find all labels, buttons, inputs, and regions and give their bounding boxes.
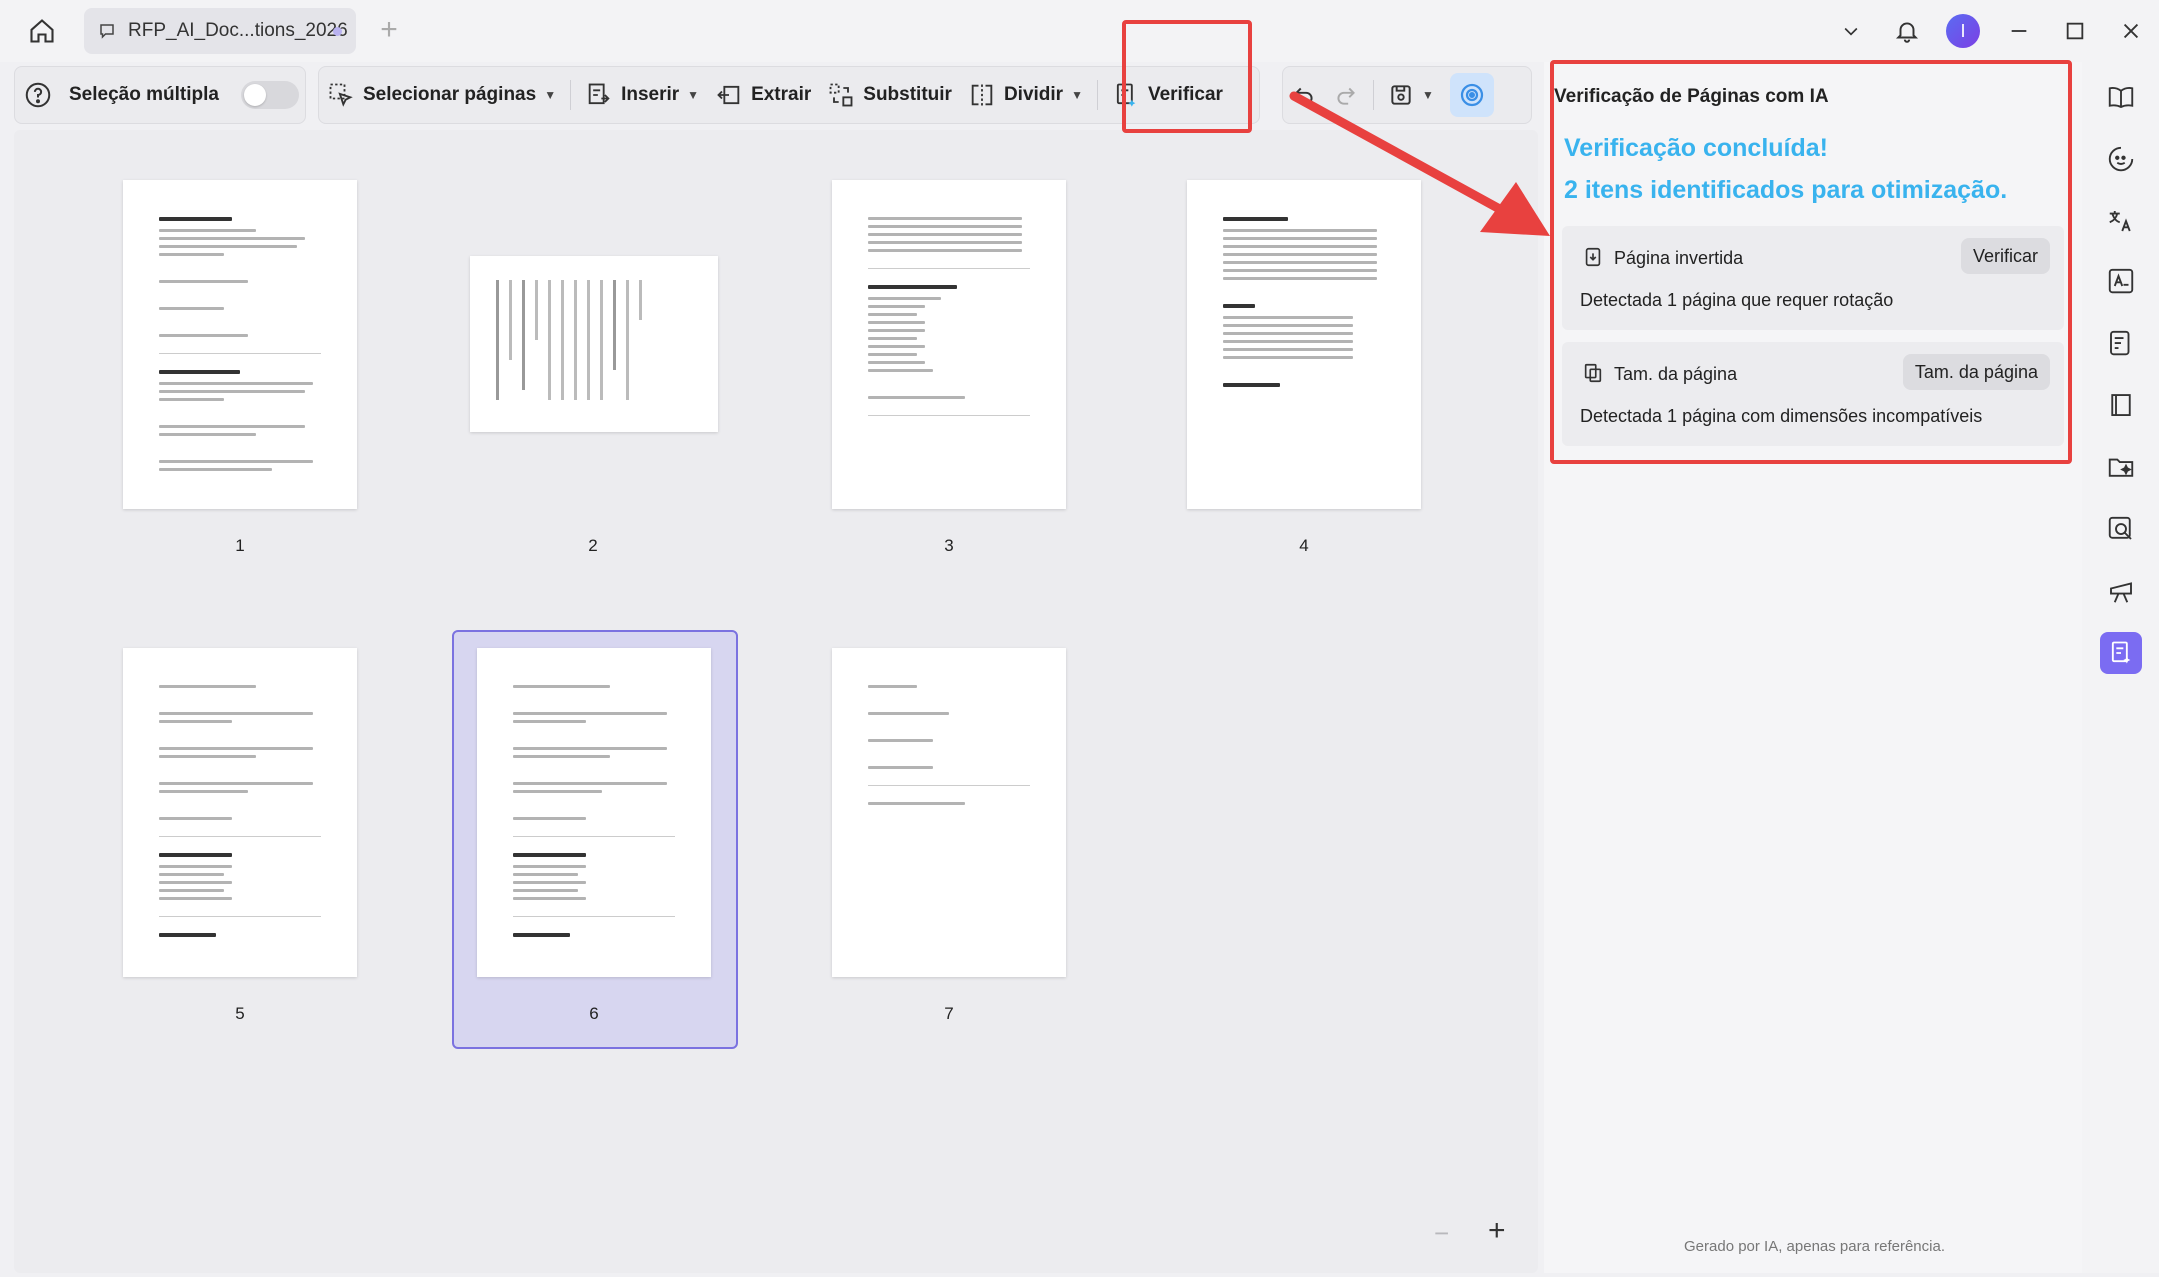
maximize-button[interactable] [2047,10,2103,52]
new-tab-button[interactable]: + [372,14,406,48]
tab-title: RFP_AI_Doc...tions_2026 [128,20,348,41]
translate-icon[interactable] [2100,200,2142,242]
window-controls: I [1823,10,2159,52]
page-number: 6 [589,1004,599,1023]
zoom-out-button[interactable]: − [1434,1218,1449,1249]
avatar[interactable]: I [1935,10,1991,52]
page-thumbnail[interactable] [123,180,357,509]
ai-disclaimer: Gerado por IA, apenas para referência. [1684,1238,1945,1255]
issue-card-page-size: Tam. da página Tam. da página Detectada … [1562,342,2064,446]
zoom-in-button[interactable]: + [1488,1214,1506,1248]
select-pages-button[interactable]: Selecionar páginas ▼ [319,73,564,117]
page-number: 4 [1299,536,1309,555]
verify-rotation-button[interactable]: Verificar [1960,238,2050,274]
insert-icon [588,83,610,105]
folder-ai-icon[interactable] [2100,446,2142,488]
insert-button[interactable]: Inserir ▼ [577,73,707,117]
search-ai-icon[interactable] [2100,508,2142,550]
cursor-select-icon [329,83,353,107]
panel-title: Verificação de Páginas com IA [1554,86,1829,107]
title-bar: RFP_AI_Doc...tions_2026 + I [0,0,2159,62]
issue-title: Tam. da página [1614,364,1738,384]
right-tool-rail [2082,62,2159,1273]
page-size-button[interactable]: Tam. da página [1902,354,2050,390]
page-verify-icon[interactable] [2100,632,2142,674]
help-icon[interactable] [15,73,61,117]
ai-page-check-panel: Verificação de Páginas com IA Verificaçã… [1544,62,2082,1273]
page-size-icon [1580,360,1606,386]
split-button[interactable]: Dividir ▼ [960,73,1091,117]
book-icon[interactable] [2100,384,2142,426]
comment-icon [96,20,118,42]
page-thumbnail[interactable] [477,648,711,977]
page-thumbnail[interactable] [470,256,718,432]
page-number: 7 [944,1004,954,1023]
issue-description: Detectada 1 página com dimensões incompa… [1580,406,1983,426]
page-number: 3 [944,536,954,555]
home-icon[interactable] [22,12,62,50]
ai-chat-icon[interactable] [2100,138,2142,180]
ocr-icon[interactable] [2100,260,2142,302]
issue-card-rotation: Página invertida Verificar Detectada 1 p… [1562,226,2064,330]
multi-select-label: Seleção múltipla [69,84,219,105]
extract-icon [717,85,740,105]
book-open-icon[interactable] [2100,76,2142,118]
close-button[interactable] [2103,10,2159,52]
rotate-page-icon [1580,244,1606,270]
page-tools-group: Selecionar páginas ▼ Inserir ▼ Extrair Sub… [318,66,1260,124]
split-icon [971,84,993,106]
page-number: 1 [235,536,245,555]
verify-button[interactable]: Verificar [1104,73,1231,117]
chevron-down-icon[interactable] [1823,10,1879,52]
page-thumbnail[interactable] [832,180,1066,509]
page-verify-icon [1116,83,1136,107]
multi-select-group: Seleção múltipla [14,66,306,124]
presentation-icon[interactable] [2100,570,2142,612]
minimize-button[interactable] [1991,10,2047,52]
multi-select-toggle[interactable] [240,81,299,109]
replace-icon [829,83,853,107]
status-complete: Verificação concluída! [1564,134,1828,162]
summarize-icon[interactable] [2100,322,2142,364]
issue-title: Página invertida [1614,248,1744,268]
document-tab[interactable]: RFP_AI_Doc...tions_2026 [84,8,356,54]
bell-icon[interactable] [1879,10,1935,52]
replace-button[interactable]: Substituir [819,73,960,117]
page-number: 2 [588,536,598,555]
page-number: 5 [235,1004,245,1023]
issue-description: Detectada 1 página que requer rotação [1580,290,1894,310]
unsaved-indicator [333,27,342,36]
page-thumbnail[interactable] [123,648,357,977]
page-thumbnail[interactable] [832,648,1066,977]
extract-button[interactable]: Extrair [707,73,819,117]
annotation-arrow [1289,91,1550,236]
status-summary: 2 itens identificados para otimização. [1564,176,2008,204]
